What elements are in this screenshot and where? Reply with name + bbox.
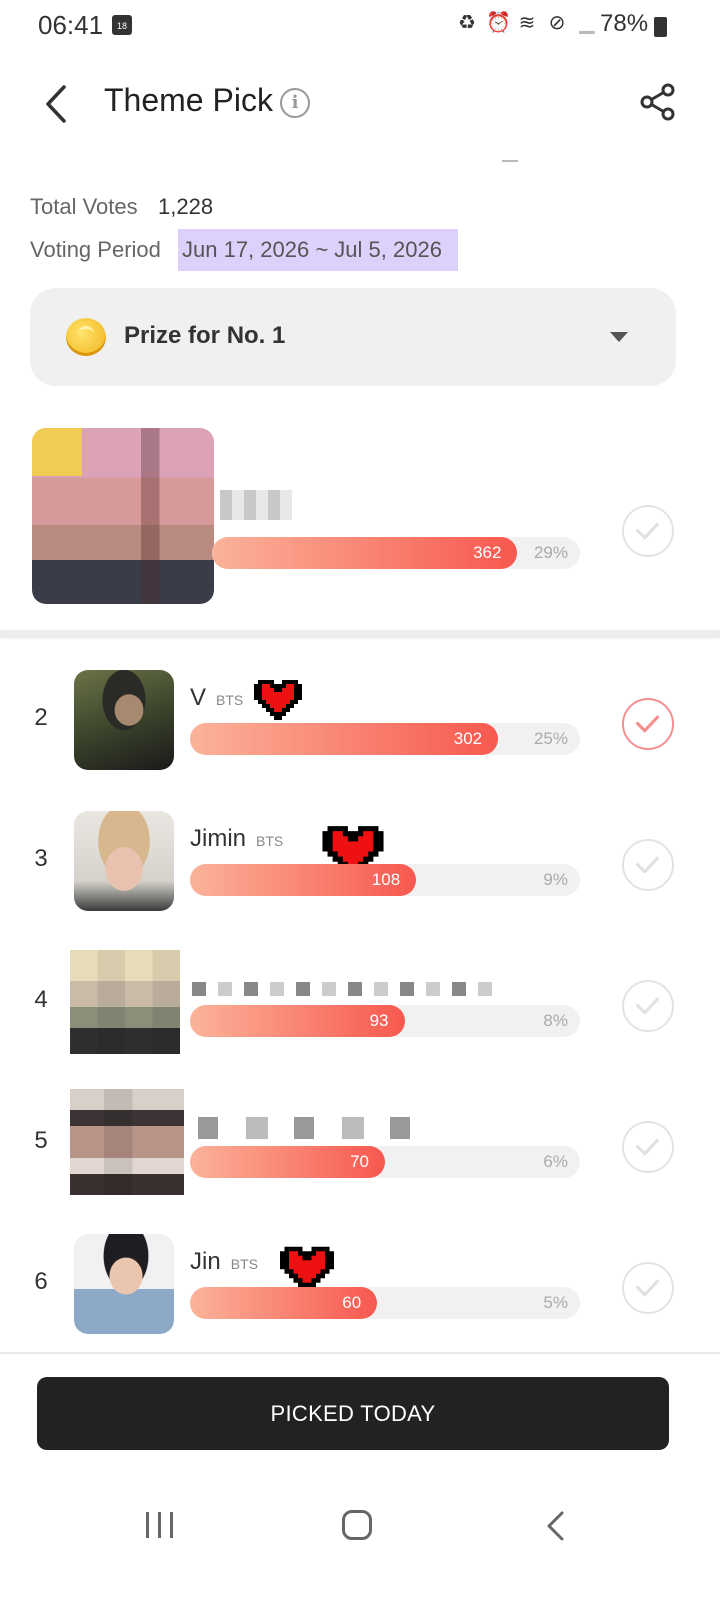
vote-count: 70 — [350, 1152, 369, 1171]
vote-bar: 302 25% — [190, 723, 580, 755]
prize-dropdown[interactable]: Prize for No. 1 — [30, 288, 676, 386]
signal-icon: ▁ — [579, 12, 595, 34]
status-time: 06:41 — [38, 10, 104, 40]
vote-percent: 5% — [543, 1293, 568, 1312]
group-name: BTS — [216, 692, 244, 708]
wifi-icon: ≋ — [518, 12, 536, 34]
vote-count: 60 — [342, 1293, 362, 1312]
alarm-icon: ⏰ — [486, 12, 511, 34]
share-icon[interactable] — [638, 82, 678, 122]
vote-count: 362 — [473, 543, 502, 562]
picked-today-button[interactable]: PICKED TODAY — [37, 1377, 669, 1450]
battery-icon — [654, 17, 667, 37]
vote-bar-fill — [212, 537, 518, 569]
check-icon — [635, 997, 660, 1015]
system-nav-bar — [0, 1480, 720, 1570]
member-name-blurred — [198, 1117, 428, 1139]
voting-period-label: Voting Period — [30, 237, 161, 262]
vote-check-button[interactable] — [622, 839, 674, 891]
back-arrow-icon[interactable] — [40, 84, 74, 124]
vote-percent: 29% — [533, 543, 568, 562]
avatar-blurred — [70, 950, 180, 1054]
avatar-jimin — [74, 811, 174, 911]
divider — [502, 160, 518, 162]
first-place-name-blurred — [220, 490, 292, 520]
nav-back-icon[interactable] — [544, 1510, 566, 1542]
vote-bar: 108 9% — [190, 864, 580, 896]
vote-bar: 60 5% — [190, 1287, 580, 1319]
vote-bar: 70 6% — [190, 1146, 580, 1178]
first-place-card: 362 29% — [0, 410, 720, 636]
name-line: Jimin BTS — [190, 825, 283, 853]
vote-percent: 9% — [543, 870, 568, 889]
member-name-blurred — [192, 982, 502, 996]
vote-percent: 25% — [533, 729, 568, 748]
vote-check-button[interactable] — [622, 1121, 674, 1173]
name-line: Jin BTS — [190, 1248, 258, 1276]
vote-count: 108 — [371, 870, 401, 889]
heart-icon — [280, 1246, 334, 1292]
rank-row-5: 5 70 6% — [0, 1089, 720, 1213]
check-icon — [635, 1279, 660, 1297]
rank-number: 2 — [34, 704, 48, 731]
vote-check-button[interactable] — [622, 505, 674, 557]
home-icon[interactable] — [342, 1510, 372, 1540]
first-place-vote-bar: 362 29% — [212, 537, 580, 569]
divider — [0, 1352, 720, 1354]
vote-bar: 93 8% — [190, 1005, 580, 1037]
vote-check-button[interactable] — [622, 698, 674, 750]
first-place-photo — [32, 428, 214, 604]
info-icon[interactable]: i — [280, 88, 310, 118]
rank-row-4: 4 93 8% — [0, 950, 720, 1072]
page-title: Theme Pick — [104, 82, 273, 118]
vote-info: Total Votes 1,228 Voting Period Jun 17, … — [30, 190, 458, 272]
vote-count: 93 — [369, 1011, 389, 1030]
header: Theme Pick i — [0, 60, 720, 146]
vote-count: 302 — [453, 729, 483, 748]
group-name: BTS — [256, 833, 284, 849]
recent-apps-icon[interactable] — [146, 1512, 174, 1538]
recycle-icon: ♻ — [458, 12, 476, 34]
name-line: V BTS — [190, 684, 243, 712]
vote-check-button[interactable] — [622, 1262, 674, 1314]
blocked-icon: ⊘ — [548, 12, 566, 34]
avatar-jin — [74, 1234, 174, 1334]
rank-number: 3 — [34, 845, 48, 872]
chevron-down-icon[interactable] — [610, 332, 628, 342]
member-name: Jimin — [190, 825, 247, 852]
member-name: Jin — [190, 1248, 221, 1275]
vote-percent: 6% — [543, 1152, 568, 1171]
member-name: V — [190, 684, 207, 711]
rank-row-2: 2 V BTS 302 25% — [0, 670, 720, 790]
check-icon — [635, 715, 660, 733]
rank-row-3: 3 Jimin BTS 108 9% — [0, 811, 720, 931]
total-votes-value: 1,228 — [158, 194, 214, 219]
check-icon — [635, 856, 660, 874]
coin-icon — [66, 318, 106, 356]
avatar-v — [74, 670, 174, 770]
battery-level: 78% — [600, 10, 649, 37]
status-bar: 06:41 18 ♻ ⏰ ≋ ⊘ ▁ 78% — [0, 0, 720, 52]
heart-icon — [254, 680, 302, 720]
rank-number: 4 — [34, 986, 48, 1013]
calendar-icon: 18 — [112, 15, 132, 35]
rank-row-6: 6 Jin BTS 60 5% — [0, 1234, 720, 1354]
rank-number: 6 — [34, 1268, 48, 1295]
vote-percent: 8% — [543, 1011, 568, 1030]
vote-bar-fill — [190, 723, 499, 755]
voting-period-value: Jun 17, 2026 ~ Jul 5, 2026 — [178, 229, 458, 271]
vote-check-button[interactable] — [622, 980, 674, 1032]
group-name: BTS — [230, 1256, 258, 1272]
avatar-blurred — [70, 1089, 184, 1195]
voting-period-row: Voting Period Jun 17, 2026 ~ Jul 5, 2026 — [30, 228, 458, 272]
total-votes-row: Total Votes 1,228 — [30, 190, 458, 224]
total-votes-label: Total Votes — [30, 194, 138, 219]
check-icon — [635, 1138, 660, 1156]
status-icons: ♻ ⏰ ≋ ⊘ ▁ — [456, 12, 598, 34]
prize-label: Prize for No. 1 — [124, 322, 286, 349]
check-icon — [635, 522, 660, 540]
rank-number: 5 — [34, 1127, 48, 1154]
